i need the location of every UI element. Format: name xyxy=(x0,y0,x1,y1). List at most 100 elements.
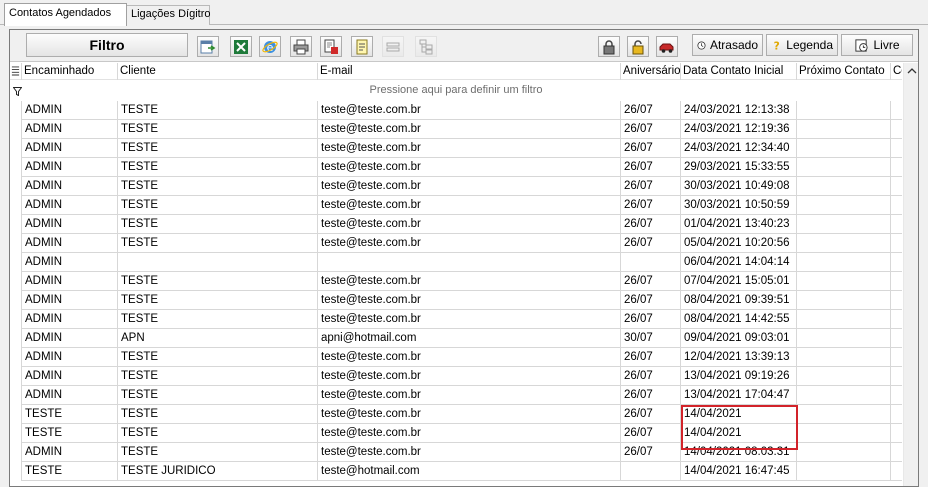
cell-email: apni@hotmail.com xyxy=(318,329,621,348)
car-button[interactable] xyxy=(656,36,678,57)
print-button[interactable] xyxy=(290,36,312,57)
cell-email: teste@teste.com.br xyxy=(318,310,621,329)
cell-data-contato-inicial: 01/04/2021 13:40:23 xyxy=(681,215,797,234)
table-row[interactable]: ADMIN TESTE teste@teste.com.br 26/07 29/03/2… xyxy=(10,158,902,177)
cell-proximo-contato xyxy=(797,253,891,272)
column-chooser-icon[interactable] xyxy=(10,63,22,80)
table-row[interactable]: ADMIN TESTE teste@teste.com.br 26/07 08/04/2… xyxy=(10,291,902,310)
cell-encaminhado: ADMIN xyxy=(22,101,118,120)
tree-button[interactable] xyxy=(415,36,437,57)
cell-email: teste@teste.com.br xyxy=(318,158,621,177)
table-row[interactable]: ADMIN TESTE teste@teste.com.br 26/07 01/04/2… xyxy=(10,215,902,234)
table-row[interactable]: ADMIN TESTE teste@teste.com.br 26/07 24/03/2… xyxy=(10,139,902,158)
table-row[interactable]: ADMIN TESTE teste@teste.com.br 26/07 24/03/2… xyxy=(10,101,902,120)
cell-encaminhado: ADMIN xyxy=(22,443,118,462)
cell-proximo-contato xyxy=(797,443,891,462)
print-preview-button[interactable] xyxy=(320,36,342,57)
cell-co xyxy=(891,367,902,386)
row-indicator xyxy=(10,139,22,158)
column-header-co[interactable]: Co xyxy=(891,63,902,80)
cell-cliente: TESTE xyxy=(118,177,318,196)
table-row[interactable]: ADMIN 06/04/2021 14:04:14 xyxy=(10,253,902,272)
table-row[interactable]: ADMIN TESTE teste@teste.com.br 26/07 13/04/2… xyxy=(10,367,902,386)
cell-cliente: TESTE xyxy=(118,139,318,158)
export-icon xyxy=(200,40,216,53)
livre-button[interactable]: Livre xyxy=(841,34,913,56)
cell-co xyxy=(891,196,902,215)
lock-button[interactable] xyxy=(598,36,620,57)
cell-encaminhado: ADMIN xyxy=(22,196,118,215)
cell-email: teste@teste.com.br xyxy=(318,101,621,120)
cell-encaminhado: TESTE xyxy=(22,462,118,481)
cell-data-contato-inicial: 14/04/2021 16:47:45 xyxy=(681,462,797,481)
document-button[interactable] xyxy=(351,36,373,57)
column-header-proximo-contato[interactable]: Próximo Contato xyxy=(797,63,891,80)
export-button[interactable] xyxy=(197,36,219,57)
column-header-email[interactable]: E-mail xyxy=(318,63,621,80)
row-indicator xyxy=(10,329,22,348)
cell-cliente: TESTE xyxy=(118,348,318,367)
cell-aniversario: 26/07 xyxy=(621,272,681,291)
help-icon: ? xyxy=(774,40,780,52)
column-header-encaminhado[interactable]: Encaminhado xyxy=(22,63,118,80)
cell-email: teste@teste.com.br xyxy=(318,367,621,386)
lock-open-icon xyxy=(632,39,644,54)
cell-email: teste@teste.com.br xyxy=(318,443,621,462)
cell-proximo-contato xyxy=(797,158,891,177)
vertical-scrollbar[interactable] xyxy=(903,63,918,486)
open-browser-button[interactable]: e xyxy=(259,36,281,57)
cell-aniversario xyxy=(621,462,681,481)
print-preview-icon xyxy=(324,39,338,54)
row-indicator xyxy=(10,310,22,329)
cell-co xyxy=(891,424,902,443)
filter-button[interactable]: Filtro xyxy=(26,33,188,57)
cell-cliente: TESTE xyxy=(118,101,318,120)
table-row[interactable]: ADMIN TESTE teste@teste.com.br 26/07 13/04/2… xyxy=(10,386,902,405)
table-row[interactable]: ADMIN APN apni@hotmail.com 30/07 09/04/2021 … xyxy=(10,329,902,348)
row-indicator xyxy=(10,462,22,481)
cell-encaminhado: ADMIN xyxy=(22,386,118,405)
legenda-button[interactable]: ? Legenda xyxy=(766,34,838,56)
row-indicator xyxy=(10,101,22,120)
cell-co xyxy=(891,443,902,462)
cell-encaminhado: ADMIN xyxy=(22,253,118,272)
cell-email: teste@teste.com.br xyxy=(318,120,621,139)
table-row[interactable]: ADMIN TESTE teste@teste.com.br 26/07 30/03/2… xyxy=(10,196,902,215)
table-row[interactable]: ADMIN TESTE teste@teste.com.br 26/07 12/04/2… xyxy=(10,348,902,367)
cell-encaminhado: ADMIN xyxy=(22,310,118,329)
table-row[interactable]: ADMIN TESTE teste@teste.com.br 26/07 24/03/2… xyxy=(10,120,902,139)
row-indicator xyxy=(10,291,22,310)
tab-ligacoes-digitro[interactable]: Ligações Dígitro xyxy=(126,5,211,25)
cell-cliente: TESTE xyxy=(118,196,318,215)
cell-cliente: TESTE xyxy=(118,272,318,291)
cell-encaminhado: ADMIN xyxy=(22,177,118,196)
export-excel-button[interactable] xyxy=(230,36,252,57)
filter-row[interactable]: Pressione aqui para definir um filtro xyxy=(10,81,902,101)
table-row[interactable]: ADMIN TESTE teste@teste.com.br 26/07 30/03/2… xyxy=(10,177,902,196)
column-header-cliente[interactable]: Cliente xyxy=(118,63,318,80)
lock-closed-icon xyxy=(603,39,615,54)
cell-encaminhado: ADMIN xyxy=(22,291,118,310)
cell-cliente: TESTE JURIDICO xyxy=(118,462,318,481)
table-row[interactable]: TESTE TESTE JURIDICO teste@hotmail.com 14/0… xyxy=(10,462,902,481)
column-header-aniversario[interactable]: Aniversário xyxy=(621,63,681,80)
cell-cliente: TESTE xyxy=(118,386,318,405)
column-header-data-contato-inicial[interactable]: Data Contato Inicial xyxy=(681,63,797,80)
cell-aniversario: 26/07 xyxy=(621,348,681,367)
table-row[interactable]: ADMIN TESTE teste@teste.com.br 26/07 08/04/2… xyxy=(10,310,902,329)
cell-aniversario: 26/07 xyxy=(621,196,681,215)
cell-co xyxy=(891,310,902,329)
scroll-up-icon[interactable] xyxy=(907,67,917,75)
cell-proximo-contato xyxy=(797,348,891,367)
row-indicator xyxy=(10,158,22,177)
table-row[interactable]: ADMIN TESTE teste@teste.com.br 26/07 05/04/2… xyxy=(10,234,902,253)
tab-contatos-agendados[interactable]: Contatos Agendados xyxy=(4,3,127,26)
row-button[interactable] xyxy=(382,36,404,57)
table-row[interactable]: ADMIN TESTE teste@teste.com.br 26/07 07/04/2… xyxy=(10,272,902,291)
cell-co xyxy=(891,139,902,158)
cell-proximo-contato xyxy=(797,272,891,291)
cell-email: teste@teste.com.br xyxy=(318,234,621,253)
atrasado-button[interactable]: Atrasado xyxy=(692,34,763,56)
unlock-button[interactable] xyxy=(627,36,649,57)
cell-co xyxy=(891,215,902,234)
